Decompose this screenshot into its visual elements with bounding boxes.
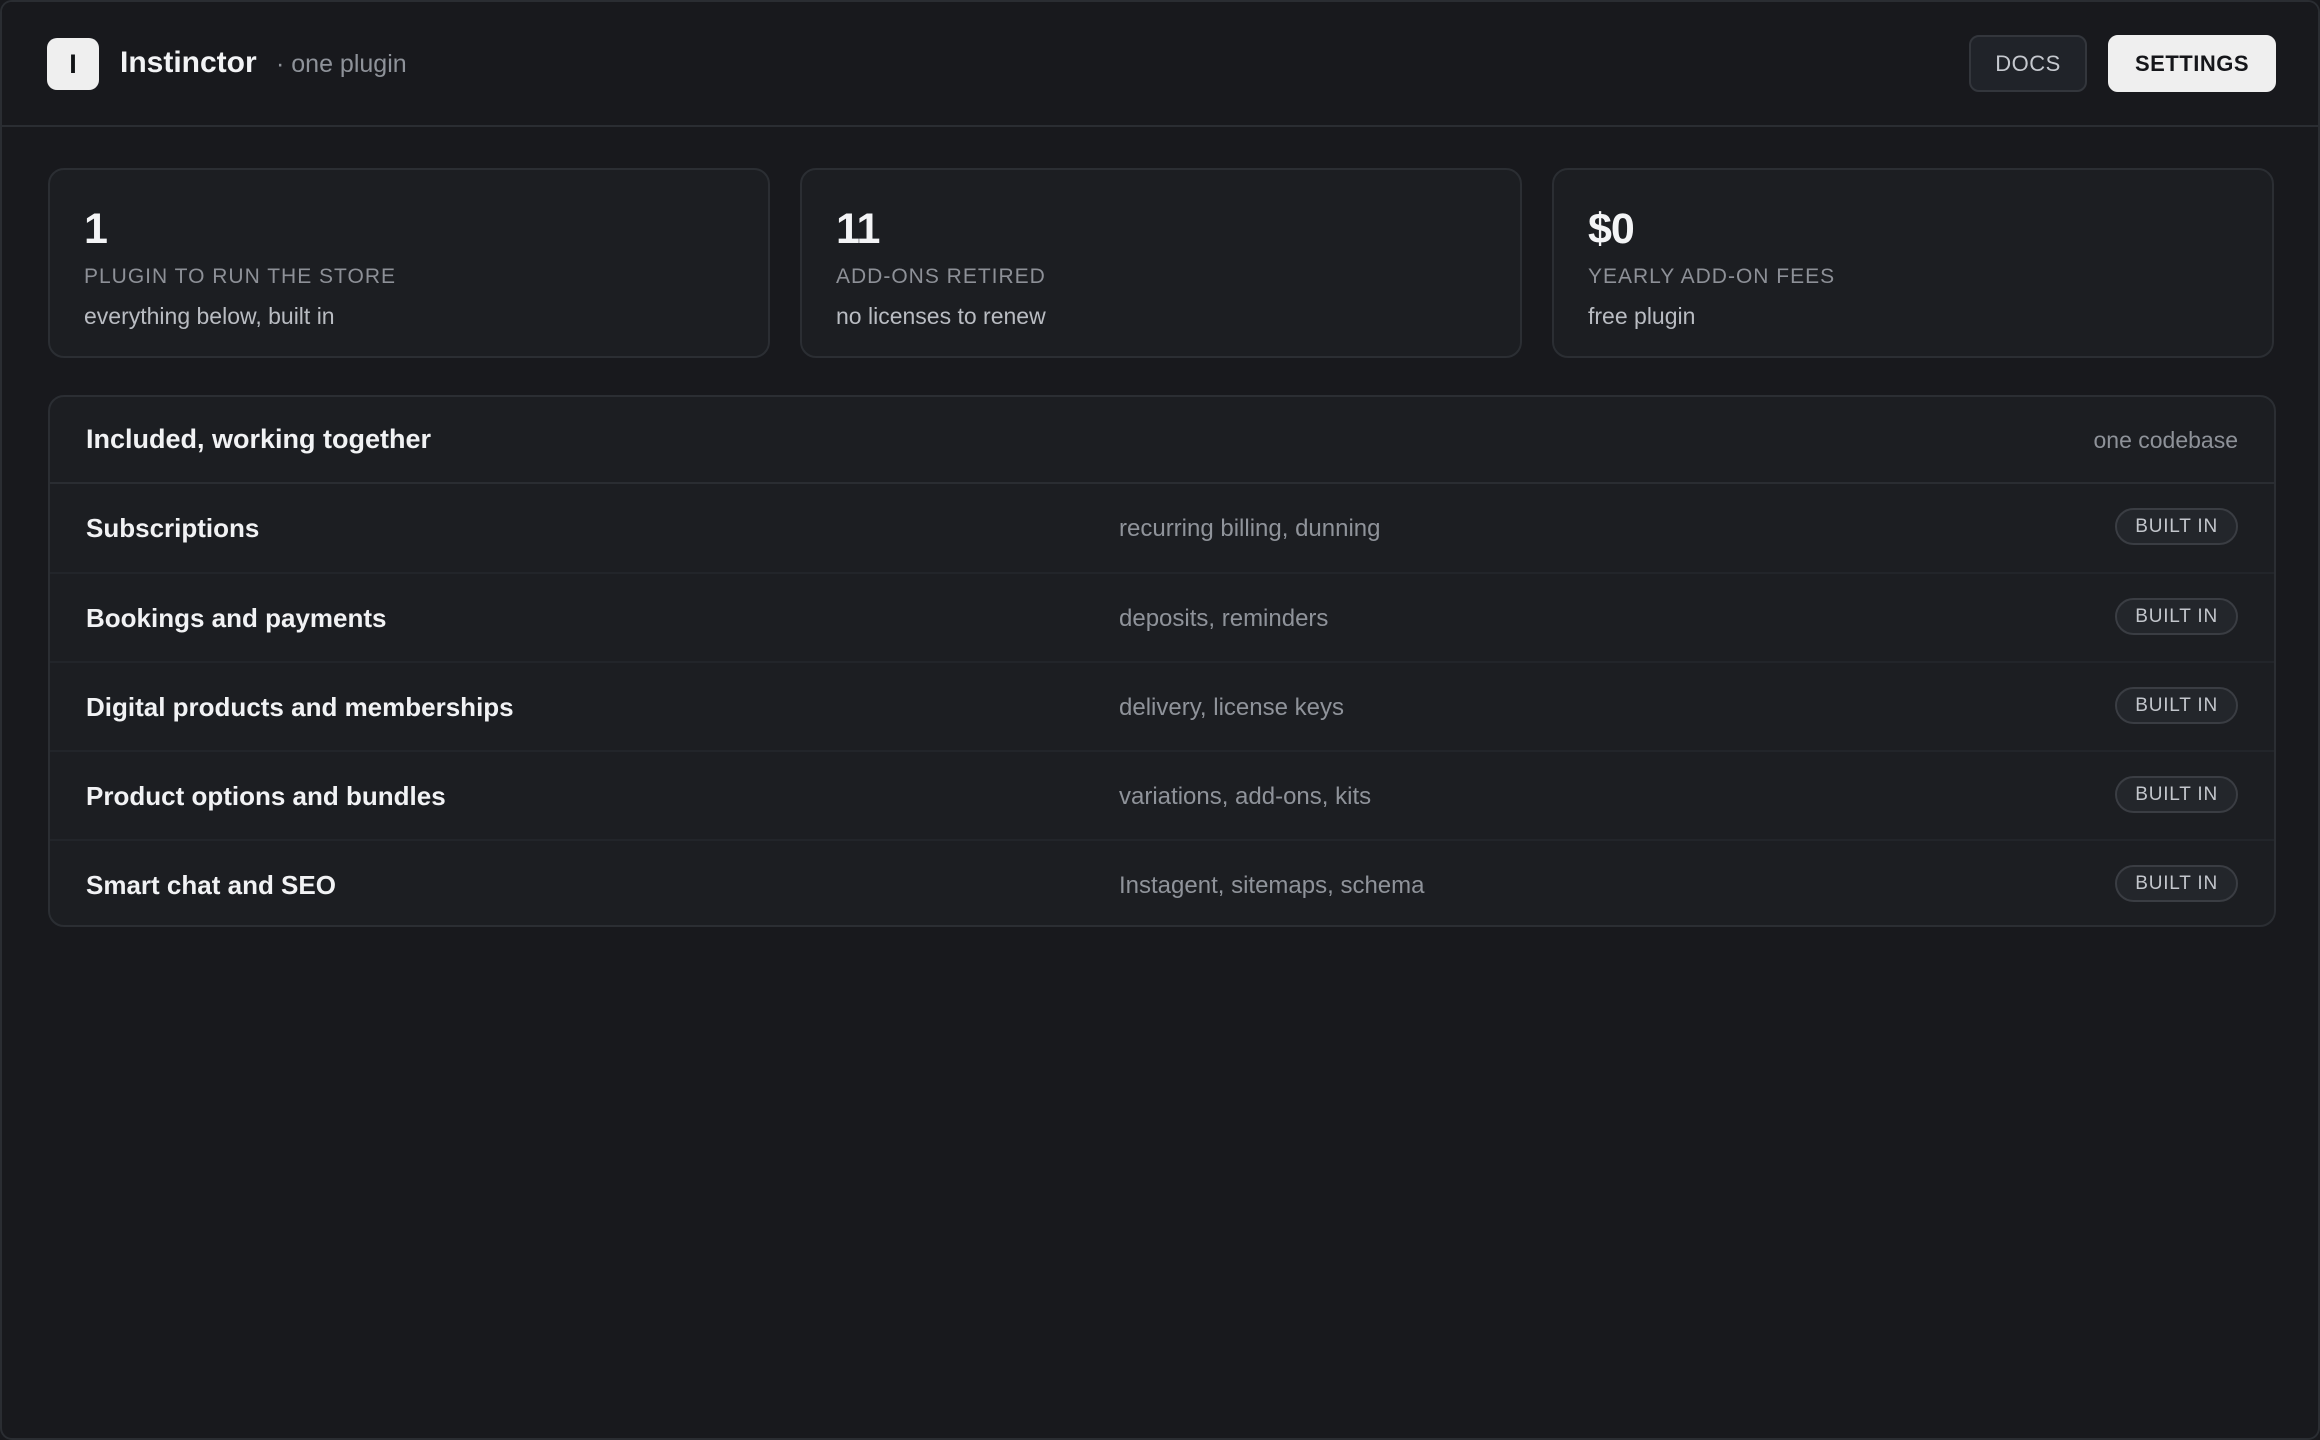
stat-note: everything below, built in — [84, 303, 335, 329]
stat-card-yearly-fees: $0 YEARLY ADD-ON FEES free plugin — [1552, 168, 2274, 358]
app-logo: I — [47, 38, 99, 90]
app-window: I Instinctor · one plugin DOCS SETTINGS … — [0, 0, 2320, 1440]
feature-description: variations, add-ons, kits — [1119, 783, 1372, 810]
feature-name: Subscriptions — [86, 513, 260, 543]
feature-description: deposits, reminders — [1119, 605, 1329, 632]
stat-note: no licenses to renew — [836, 303, 1046, 329]
feature-description: recurring billing, dunning — [1119, 515, 1381, 542]
docs-button[interactable]: DOCS — [1969, 35, 2087, 92]
top-bar: I Instinctor · one plugin DOCS SETTINGS — [2, 2, 2318, 127]
feature-name: Smart chat and SEO — [86, 870, 336, 900]
stat-value: 1 — [84, 205, 108, 253]
feature-description: delivery, license keys — [1119, 694, 1344, 721]
built-in-badge: BUILT IN — [2115, 687, 2238, 724]
features-title: Included, working together — [86, 424, 432, 454]
feature-row-bookings: Bookings and payments deposits, reminder… — [50, 572, 2274, 662]
stat-label: ADD-ONS RETIRED — [836, 265, 1046, 288]
features-header: Included, working together one codebase — [50, 397, 2274, 484]
feature-name: Product options and bundles — [86, 781, 446, 811]
app-name: Instinctor — [120, 46, 257, 79]
stat-label: PLUGIN TO RUN THE STORE — [84, 265, 397, 288]
feature-description: Instagent, sitemaps, schema — [1119, 872, 1425, 899]
stat-label: YEARLY ADD-ON FEES — [1588, 265, 1836, 288]
settings-button[interactable]: SETTINGS — [2108, 35, 2276, 92]
feature-name: Digital products and memberships — [86, 692, 514, 722]
feature-row-product-options: Product options and bundles variations, … — [50, 750, 2274, 840]
built-in-badge: BUILT IN — [2115, 508, 2238, 545]
feature-row-digital-products: Digital products and memberships deliver… — [50, 661, 2274, 751]
stat-card-addons-retired: 11 ADD-ONS RETIRED no licenses to renew — [800, 168, 1522, 358]
stat-value: 11 — [836, 205, 880, 253]
feature-row-subscriptions: Subscriptions recurring billing, dunning… — [50, 484, 2274, 572]
feature-row-smart-chat-seo: Smart chat and SEO Instagent, sitemaps, … — [50, 839, 2274, 925]
app-subtitle: · one plugin — [276, 50, 407, 78]
stat-note: free plugin — [1588, 303, 1696, 329]
features-meta: one codebase — [2093, 427, 2238, 453]
built-in-badge: BUILT IN — [2115, 598, 2238, 635]
features-panel: Included, working together one codebase … — [48, 395, 2276, 927]
stat-value: $0 — [1588, 205, 1635, 253]
built-in-badge: BUILT IN — [2115, 776, 2238, 813]
feature-name: Bookings and payments — [86, 603, 387, 633]
stat-card-plugins: 1 PLUGIN TO RUN THE STORE everything bel… — [48, 168, 770, 358]
built-in-badge: BUILT IN — [2115, 865, 2238, 902]
